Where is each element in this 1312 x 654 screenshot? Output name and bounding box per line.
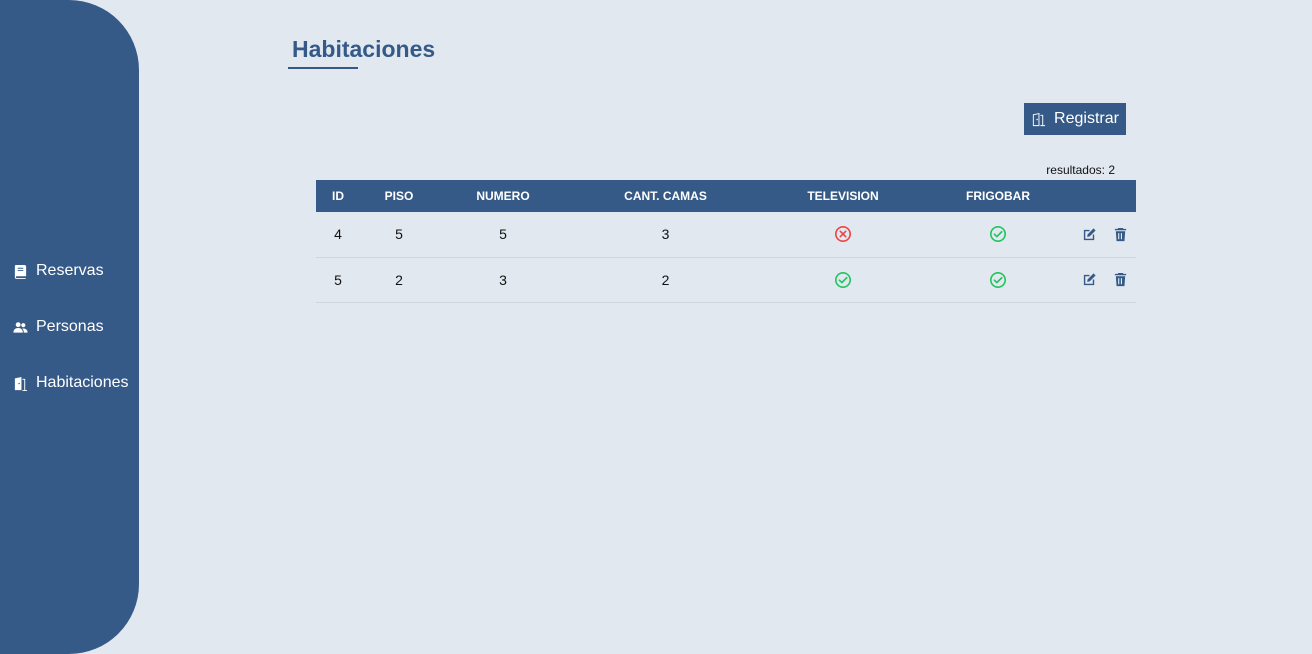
cell-camas: 3	[568, 212, 763, 258]
col-header-piso: PISO	[384, 189, 414, 203]
cell-television	[763, 212, 923, 258]
book-icon	[12, 263, 28, 279]
col-header-id: ID	[332, 189, 344, 203]
rooms-table: ID PISO NUMERO CANT. CAMAS TELEVISION FR…	[316, 180, 1136, 303]
title-underline	[288, 67, 358, 69]
cell-id: 4	[316, 212, 360, 258]
results-count: resultados: 2	[1046, 163, 1115, 177]
x-circle-icon	[834, 225, 852, 243]
check-circle-icon	[834, 271, 852, 289]
col-header-numero: NUMERO	[476, 189, 530, 203]
page-title: Habitaciones	[292, 36, 436, 62]
cell-numero: 5	[438, 212, 568, 258]
register-button-label: Registrar	[1054, 110, 1119, 127]
sidebar: Reservas Personas Habitaciones	[0, 0, 139, 654]
door-icon	[12, 375, 28, 391]
cell-piso: 5	[360, 212, 438, 258]
table-row: 4553	[316, 212, 1136, 258]
check-circle-icon	[989, 271, 1007, 289]
door-icon	[1031, 112, 1046, 127]
table-row: 5232	[316, 257, 1136, 303]
col-header-television: TELEVISION	[807, 189, 879, 203]
cell-numero: 3	[438, 257, 568, 303]
trash-icon[interactable]	[1113, 272, 1128, 287]
col-header-camas: CANT. CAMAS	[624, 189, 707, 203]
cell-frigobar	[923, 257, 1073, 303]
cell-camas: 2	[568, 257, 763, 303]
edit-icon[interactable]	[1082, 272, 1097, 287]
cell-frigobar	[923, 212, 1073, 258]
sidebar-item-habitaciones[interactable]: Habitaciones	[12, 374, 129, 392]
cell-id: 5	[316, 257, 360, 303]
users-icon	[12, 319, 28, 335]
trash-icon[interactable]	[1113, 227, 1128, 242]
cell-piso: 2	[360, 257, 438, 303]
sidebar-item-label: Personas	[36, 318, 104, 335]
cell-actions	[1073, 257, 1136, 303]
sidebar-item-label: Reservas	[36, 262, 104, 279]
sidebar-item-reservas[interactable]: Reservas	[12, 262, 104, 280]
col-header-actions	[1073, 180, 1136, 212]
col-header-frigobar: FRIGOBAR	[966, 189, 1030, 203]
table-header-row: ID PISO NUMERO CANT. CAMAS TELEVISION FR…	[316, 180, 1136, 212]
edit-icon[interactable]	[1082, 227, 1097, 242]
check-circle-icon	[989, 225, 1007, 243]
register-button[interactable]: Registrar	[1024, 103, 1126, 135]
cell-television	[763, 257, 923, 303]
sidebar-item-label: Habitaciones	[36, 374, 129, 391]
sidebar-item-personas[interactable]: Personas	[12, 318, 104, 336]
cell-actions	[1073, 212, 1136, 258]
